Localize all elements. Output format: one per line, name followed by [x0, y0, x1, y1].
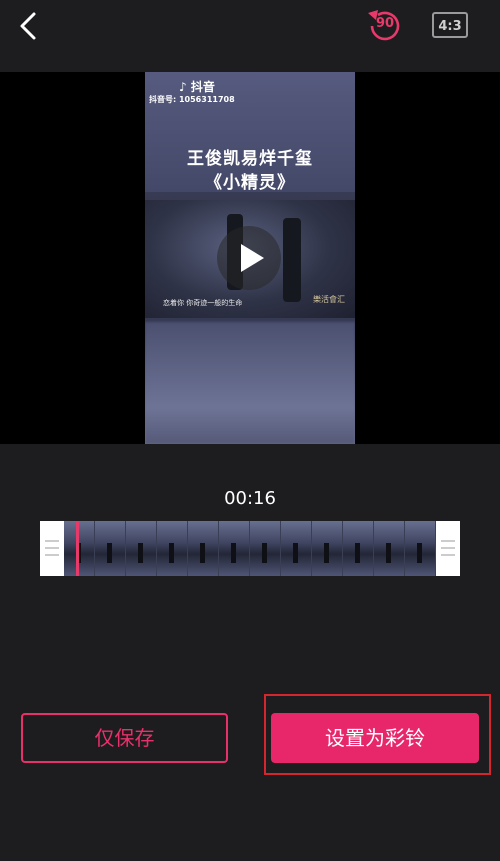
top-bar: 90 4:3 [0, 0, 500, 72]
timeline-frame [250, 521, 281, 576]
timeline-frame [157, 521, 188, 576]
platform-name: 抖音 [190, 80, 215, 94]
back-button[interactable] [14, 8, 46, 44]
video-title-line1: 王俊凯易烊千玺 [187, 149, 313, 169]
current-time-label: 00:16 [224, 488, 276, 509]
tiktok-note-icon: ♪ [179, 80, 187, 94]
drag-handle-icon [45, 540, 59, 556]
account-id: 抖音号: 1056311708 [149, 95, 235, 104]
timeline-frame [219, 521, 250, 576]
video-title-line2: 《小精灵》 [205, 173, 295, 193]
video-watermark: 樂活會汇 [313, 295, 345, 304]
aspect-ratio-button[interactable]: 4:3 [432, 12, 468, 38]
video-preview-area: ♪ 抖音 抖音号: 1056311708 王俊凯易烊千玺 《小精灵》 恋着你 你… [0, 72, 500, 444]
rotate-button[interactable]: 90 [362, 6, 406, 46]
drag-handle-icon [441, 540, 455, 556]
video-frame[interactable]: ♪ 抖音 抖音号: 1056311708 王俊凯易烊千玺 《小精灵》 恋着你 你… [145, 72, 355, 444]
timeline-frame [126, 521, 157, 576]
tiktok-logo: ♪ 抖音 [179, 78, 215, 95]
timeline-frame [405, 521, 436, 576]
play-button[interactable] [217, 226, 281, 290]
timeline-frame [343, 521, 374, 576]
timeline-frame [64, 521, 95, 576]
playhead[interactable] [76, 521, 79, 576]
trim-handle-left[interactable] [40, 521, 64, 576]
video-background-bottom [145, 322, 355, 444]
trim-timeline[interactable] [40, 521, 460, 576]
chevron-left-icon [20, 12, 36, 40]
save-only-button[interactable]: 仅保存 [21, 713, 228, 763]
trim-handle-right[interactable] [436, 521, 460, 576]
performer-right [283, 218, 301, 302]
timeline-frame [95, 521, 126, 576]
timeline-frame [188, 521, 219, 576]
timeline-frames [64, 521, 436, 576]
rotate-degree-label: 90 [376, 16, 395, 31]
timeline-frame [374, 521, 405, 576]
video-subtitle: 恋着你 你奇迹一般的生命 [163, 299, 243, 307]
set-ringtone-button[interactable]: 设置为彩铃 [271, 713, 479, 763]
timeline-frame [312, 521, 343, 576]
play-icon [241, 244, 264, 272]
timeline-frame [281, 521, 312, 576]
